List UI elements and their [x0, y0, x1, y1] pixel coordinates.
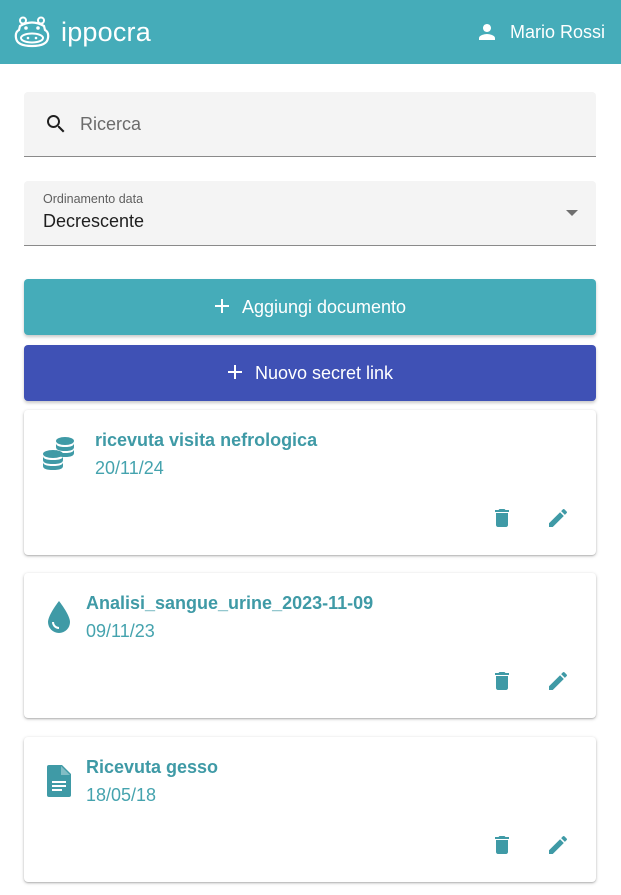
edit-icon[interactable]: [544, 504, 572, 532]
file-icon: [41, 761, 77, 801]
person-icon: [474, 19, 500, 45]
search-input[interactable]: [80, 113, 560, 135]
add-document-label: Aggiungi documento: [241, 296, 407, 317]
user-name: Mario Rossi: [509, 21, 605, 42]
new-secret-link-button[interactable]: Nuovo secret link: [24, 345, 596, 401]
edit-icon[interactable]: [544, 831, 572, 859]
search-field[interactable]: [24, 92, 596, 157]
search-icon: [44, 112, 68, 136]
coins-icon: [41, 434, 77, 474]
delete-icon[interactable]: [488, 667, 516, 695]
document-title[interactable]: Ricevuta gesso: [86, 757, 218, 778]
sort-date-select[interactable]: Ordinamento data Decrescente: [24, 181, 596, 246]
document-card[interactable]: ricevuta visita nefrologica 20/11/24: [24, 410, 596, 555]
sort-date-label: Ordinamento data: [43, 192, 144, 206]
document-date: 20/11/24: [95, 458, 164, 478]
document-title[interactable]: ricevuta visita nefrologica: [95, 430, 317, 451]
document-date: 18/05/18: [86, 785, 157, 805]
document-card[interactable]: Analisi_sangue_urine_2023-11-09 09/11/23: [24, 573, 596, 718]
drop-icon: [41, 597, 77, 637]
hippo-logo-icon: [14, 14, 50, 50]
sort-date-value: Decrescente: [43, 211, 145, 231]
document-title[interactable]: Analisi_sangue_urine_2023-11-09: [86, 593, 373, 614]
app-bar: ippocra Mario Rossi: [0, 0, 621, 64]
add-document-button[interactable]: Aggiungi documento: [24, 279, 596, 335]
document-card[interactable]: Ricevuta gesso 18/05/18: [24, 737, 596, 882]
plus-icon: [227, 361, 243, 385]
plus-icon: [214, 295, 230, 319]
edit-icon[interactable]: [544, 667, 572, 695]
user-menu[interactable]: Mario Rossi: [474, 19, 605, 45]
app-title: ippocra: [61, 16, 151, 47]
delete-icon[interactable]: [488, 831, 516, 859]
document-date: 09/11/23: [86, 621, 155, 641]
delete-icon[interactable]: [488, 504, 516, 532]
new-secret-link-label: Nuovo secret link: [254, 362, 394, 383]
dropdown-arrow-icon: [566, 210, 578, 216]
